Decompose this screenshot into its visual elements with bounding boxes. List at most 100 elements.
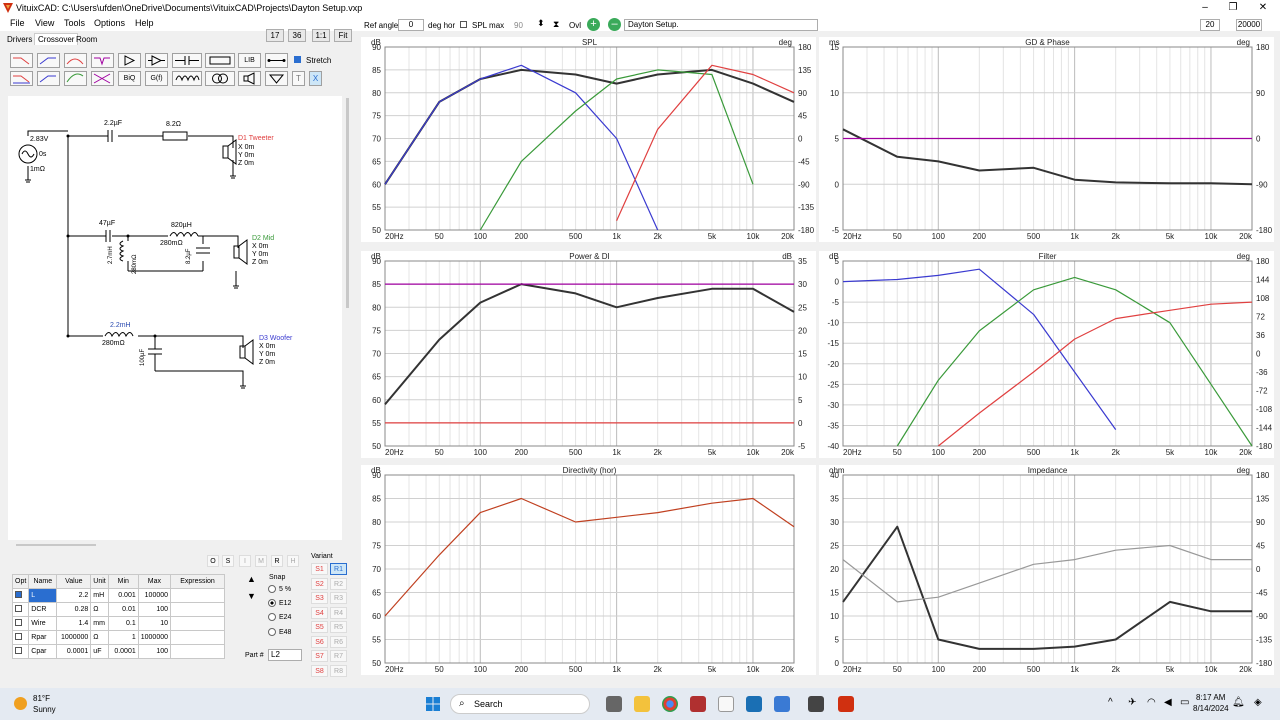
s-button[interactable]: S (222, 555, 234, 567)
r-button[interactable]: R (271, 555, 283, 567)
lowpass2-tool-icon[interactable] (10, 71, 33, 86)
weather-temperature[interactable]: 81°F (33, 694, 50, 703)
variant-s-button[interactable]: S4 (311, 606, 328, 619)
variant-s-button[interactable]: S1 (311, 563, 328, 575)
cell-max[interactable]: 100 (137, 644, 172, 659)
graph-impedance[interactable]: 40 35 30 25 20 15 10 5 0 180 135 90 45 0 -45 -90 -135 -18… (819, 465, 1274, 675)
transformer-tool-icon[interactable] (205, 71, 235, 86)
variant-r-button[interactable]: R3 (330, 592, 347, 604)
cell-expression[interactable] (170, 602, 226, 617)
spl-max-value[interactable]: 90 (514, 21, 523, 30)
variant-s-button[interactable]: S8 (311, 664, 328, 677)
highpass-tool-icon[interactable] (37, 53, 60, 68)
bandpass-tool-icon[interactable] (64, 53, 87, 68)
cell-min[interactable]: 0.1 (107, 616, 139, 631)
variant-s-button[interactable]: S3 (311, 592, 328, 604)
tweeter-res-value[interactable]: 8.2Ω (166, 121, 181, 128)
menu-view[interactable]: View (35, 18, 54, 28)
vituixcad-taskbar-icon[interactable] (838, 696, 854, 712)
mid-cap-value[interactable]: 47µF (99, 220, 115, 227)
cell-expression[interactable] (170, 644, 226, 659)
cell-value[interactable]: 1.4 (56, 616, 92, 631)
tray-app-icon[interactable]: ✈ (1128, 697, 1136, 708)
menu-help[interactable]: Help (135, 18, 154, 28)
spl-max-checkbox[interactable] (460, 21, 467, 28)
opt-checkbox[interactable] (15, 633, 22, 640)
weather-sun-icon[interactable] (14, 697, 27, 710)
variant-s-button[interactable]: S2 (311, 577, 328, 590)
cell-max[interactable]: 1000000 (137, 630, 172, 645)
wire-tool-icon[interactable] (265, 53, 288, 68)
text-tool-button[interactable]: T (292, 71, 305, 86)
m-button[interactable]: M (255, 555, 267, 567)
i-button[interactable]: I (239, 555, 251, 567)
stretch-checkbox[interactable] (294, 56, 301, 63)
schematic-hscroll[interactable] (16, 544, 96, 546)
notepad-icon[interactable] (718, 696, 734, 712)
volume-icon[interactable]: ◀ (1164, 697, 1172, 708)
opt-checkbox[interactable] (15, 619, 22, 626)
mid-shunt-c-value[interactable]: 8.2µF (186, 249, 192, 264)
move-up-icon[interactable]: ▲ (247, 574, 256, 584)
menu-options[interactable]: Options (94, 18, 125, 28)
crossover-schematic[interactable]: 2.83V 0s 1mΩ 2.2µF 8.2Ω D1 Tweeter X 0m … (8, 96, 342, 540)
zoom-36-button[interactable]: 36 (288, 29, 306, 42)
freq-max-input[interactable]: 20000 (1236, 19, 1262, 31)
cell-value[interactable]: 0.0001 (56, 644, 92, 659)
variant-r-button[interactable]: R4 (330, 606, 347, 619)
up-down-arrows-icon[interactable]: ⬍ (537, 18, 545, 29)
highpass2-tool-icon[interactable] (37, 71, 60, 86)
menu-file[interactable]: File (10, 18, 25, 28)
cell-min[interactable]: 1 (107, 630, 139, 645)
snap-e48-radio[interactable]: E48 (268, 628, 291, 636)
opt-checkbox[interactable] (15, 605, 22, 612)
file-explorer-icon[interactable] (634, 696, 650, 712)
wifi-icon[interactable]: ◠ (1147, 697, 1156, 708)
woofer-cap-value[interactable]: 100µF (140, 349, 146, 366)
add-overlay-icon[interactable]: + (587, 18, 600, 31)
variant-r-button[interactable]: R2 (330, 577, 347, 590)
zoom-17-button[interactable]: 17 (266, 29, 284, 42)
tweeter-name[interactable]: D1 Tweeter (238, 135, 274, 142)
tab-drivers[interactable]: Drivers (7, 35, 32, 44)
inductor-tool-icon[interactable] (172, 71, 202, 86)
battery-icon[interactable]: ▭ (1180, 697, 1189, 708)
mid-ind-value[interactable]: 820µH (171, 222, 192, 229)
cell-max[interactable]: 100000 (137, 588, 172, 603)
delay-tool-icon[interactable] (172, 53, 202, 68)
amplifier-tool-icon[interactable] (145, 53, 168, 68)
document-icon[interactable] (774, 696, 790, 712)
part-number-input[interactable]: L2 (268, 649, 302, 661)
opt-checkbox[interactable] (15, 647, 22, 654)
menu-tools[interactable]: Tools (64, 18, 85, 28)
mid-shunt-l-value[interactable]: 2.7mH (108, 246, 114, 264)
taskbar-search[interactable]: ⌕ Search (450, 694, 590, 714)
allpass-tool-icon[interactable] (91, 71, 114, 86)
ratio-button[interactable]: 1:1 (312, 29, 330, 42)
table-row[interactable]: Wire 1.4 mm 0.1 10 (11, 616, 226, 631)
table-row[interactable]: Cpar 0.0001 uF 0.0001 100 (11, 644, 226, 659)
fit-button[interactable]: Fit (334, 29, 352, 42)
snap-e12-radio[interactable]: E12 (268, 599, 291, 607)
resistor-tool-icon[interactable] (205, 53, 235, 68)
table-row[interactable]: L 2.2 mH 0.001 100000 (11, 588, 226, 603)
task-view-icon[interactable] (606, 696, 622, 712)
ref-angle-input[interactable]: 0 (398, 19, 424, 31)
cell-expression[interactable] (170, 616, 226, 631)
table-row[interactable]: Rpar 1000000 Ω 1 1000000 (11, 630, 226, 645)
cell-name[interactable]: Wire (28, 616, 58, 631)
mid-name[interactable]: D2 Mid (252, 235, 274, 242)
chrome-icon[interactable] (662, 696, 678, 712)
cell-expression[interactable] (170, 630, 226, 645)
shelf-tool-icon[interactable] (64, 71, 87, 86)
windows-start-icon[interactable] (426, 697, 440, 711)
tab-crossover[interactable]: Crossover (34, 33, 79, 45)
weather-condition[interactable]: Sunny (33, 705, 56, 714)
tab-room[interactable]: Room (76, 35, 97, 44)
move-down-icon[interactable]: ▼ (247, 591, 256, 601)
cell-value[interactable]: 2.2 (56, 588, 92, 603)
tray-chevron-icon[interactable]: ^ (1108, 697, 1113, 708)
cell-value[interactable]: 0.28 (56, 602, 92, 617)
table-row[interactable]: DCR 0.28 Ω 0.01 100 (11, 602, 226, 617)
variant-r-button[interactable]: R8 (330, 664, 347, 677)
